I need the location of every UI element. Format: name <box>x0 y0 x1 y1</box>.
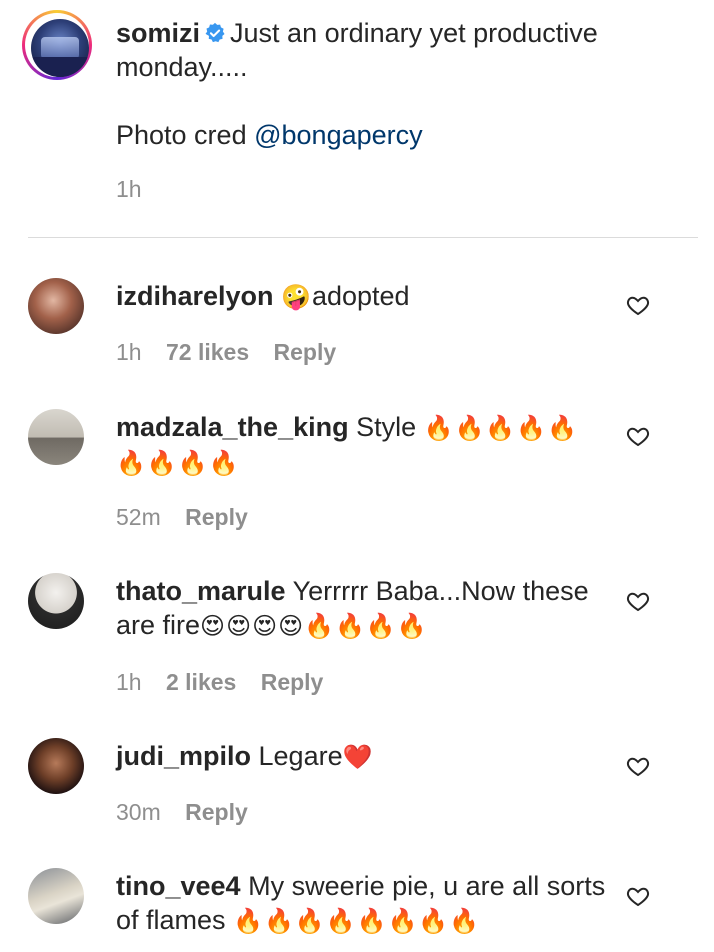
heart-outline-icon[interactable] <box>626 293 650 317</box>
comment-username[interactable]: madzala_the_king <box>116 412 349 442</box>
heart-outline-icon[interactable] <box>626 754 650 778</box>
reply-button[interactable]: Reply <box>185 799 248 825</box>
comment-meta: 1h 2 likes Reply <box>116 669 341 696</box>
post-caption: somizi Just an ordinary yet productive m… <box>0 0 714 238</box>
comment-emoji: 🔥🔥🔥🔥🔥🔥🔥🔥 <box>233 907 481 935</box>
reply-button[interactable]: Reply <box>185 504 248 530</box>
comment-body: adopted <box>311 281 410 311</box>
comment-meta: 30m Reply <box>116 799 266 826</box>
mention-link[interactable]: @bongapercy <box>254 120 423 150</box>
comment-time: 30m <box>116 799 161 825</box>
caption-text-block: somizi Just an ordinary yet productive m… <box>116 16 676 84</box>
credit-label: Photo cred <box>116 120 247 150</box>
caption-timestamp: 1h <box>116 176 142 202</box>
author-username[interactable]: somizi <box>116 18 200 48</box>
comment-username[interactable]: judi_mpilo <box>116 741 251 771</box>
comment-username[interactable]: thato_marule <box>116 576 286 606</box>
comment-text: madzala_the_king Style 🔥🔥🔥🔥🔥🔥🔥🔥🔥 <box>116 410 606 480</box>
comment-text: tino_vee4 My sweerie pie, u are all sort… <box>116 869 606 938</box>
divider <box>28 237 698 238</box>
comment-likes[interactable]: 72 likes <box>166 339 249 365</box>
comment-emoji: 🤪 <box>281 283 312 311</box>
comment-body: Style <box>356 412 417 442</box>
comment-text: thato_marule Yerrrrr Baba...Now these ar… <box>116 574 606 643</box>
heart-outline-icon[interactable] <box>626 424 650 448</box>
comment-time: 1h <box>116 339 142 365</box>
comment-emoji: 😍😍😍😍🔥🔥🔥🔥 <box>200 612 428 640</box>
comment-likes[interactable]: 2 likes <box>166 669 236 695</box>
commenter-avatar[interactable] <box>28 868 84 924</box>
verified-badge-icon <box>205 22 225 43</box>
comment-text: judi_mpilo Legare❤️ <box>116 739 606 774</box>
comment-emoji: ❤️ <box>342 743 374 771</box>
comment-text: izdiharelyon 🤪adopted <box>116 279 606 314</box>
comment-body: Legare <box>258 741 343 771</box>
commenter-avatar[interactable] <box>28 573 84 629</box>
heart-outline-icon[interactable] <box>626 884 650 908</box>
heart-outline-icon[interactable] <box>626 589 650 613</box>
comment-time: 52m <box>116 504 161 530</box>
comment-meta: 52m Reply <box>116 504 266 531</box>
caption-credit: Photo cred @bongapercy <box>116 118 423 152</box>
author-avatar[interactable] <box>22 10 92 80</box>
comment-username[interactable]: tino_vee4 <box>116 871 241 901</box>
reply-button[interactable]: Reply <box>261 669 324 695</box>
comment-time: 1h <box>116 669 142 695</box>
comment-meta: 1h 72 likes Reply <box>116 339 354 366</box>
commenter-avatar[interactable] <box>28 409 84 465</box>
comment-username[interactable]: izdiharelyon <box>116 281 274 311</box>
reply-button[interactable]: Reply <box>274 339 337 365</box>
commenter-avatar[interactable] <box>28 738 84 794</box>
commenter-avatar[interactable] <box>28 278 84 334</box>
